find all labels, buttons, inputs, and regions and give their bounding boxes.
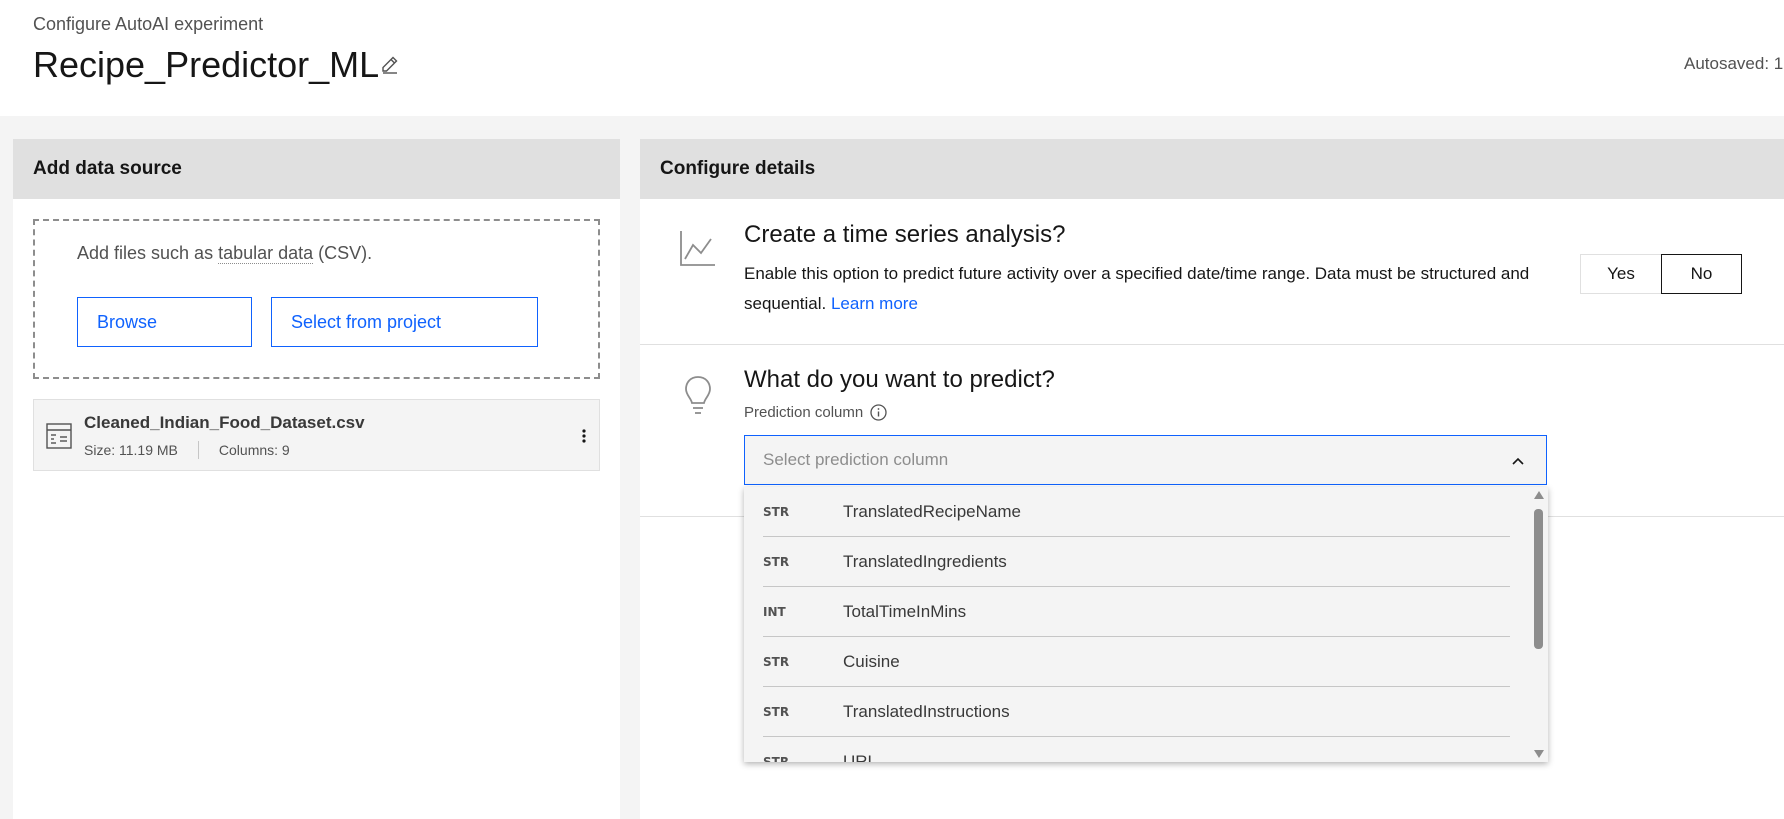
menu-item[interactable]: INT TotalTimeInMins (744, 587, 1510, 637)
prediction-column-label: Prediction column (744, 404, 887, 421)
column-name: TranslatedInstructions (843, 701, 1010, 721)
autosave-status: Autosaved: 1 (1684, 54, 1784, 73)
column-type: INT (763, 604, 786, 619)
file-meta: Size: 11.19 MB Columns: 9 (84, 441, 290, 459)
menu-scrollbar[interactable] (1530, 487, 1548, 762)
menu-item[interactable]: STR TranslatedRecipeName (744, 487, 1510, 537)
prediction-column-dropdown[interactable]: Select prediction column (744, 435, 1547, 485)
browse-button[interactable]: Browse (77, 297, 252, 347)
overflow-menu-icon[interactable] (574, 424, 594, 448)
edit-icon[interactable] (380, 54, 400, 74)
dropzone-text-prefix: Add files such as (77, 243, 219, 263)
column-name: TranslatedRecipeName (843, 501, 1021, 521)
page-title: Recipe_Predictor_ML (33, 44, 380, 85)
page-header: Configure AutoAI experiment Recipe_Predi… (0, 0, 1784, 116)
scroll-down-arrow-icon[interactable] (1533, 749, 1545, 759)
column-name: URL (843, 751, 878, 763)
time-series-description: Enable this option to predict future act… (744, 259, 1574, 319)
yes-option[interactable]: Yes (1580, 254, 1661, 294)
column-name: TranslatedIngredients (843, 551, 1007, 571)
file-columns: Columns: 9 (218, 442, 290, 458)
file-name: Cleaned_Indian_Food_Dataset.csv (84, 413, 365, 432)
data-source-panel: Add data source Add files such as tabula… (13, 139, 620, 819)
column-type: STR (763, 754, 790, 763)
file-size: Size: 11.19 MB (84, 442, 178, 458)
time-series-section: Create a time series analysis? Enable th… (640, 199, 1784, 345)
select-from-project-button[interactable]: Select from project (271, 297, 538, 347)
column-type: STR (763, 654, 790, 669)
column-type: STR (763, 504, 790, 519)
menu-item[interactable]: STR TranslatedInstructions (744, 687, 1510, 737)
menu-item[interactable]: STR TranslatedIngredients (744, 537, 1510, 587)
line-chart-icon (680, 231, 715, 266)
prediction-title: What do you want to predict? (744, 366, 1055, 393)
learn-more-link[interactable]: Learn more (831, 294, 918, 313)
breadcrumb: Configure AutoAI experiment (33, 14, 264, 34)
configure-details-heading: Configure details (640, 139, 1784, 199)
time-series-title: Create a time series analysis? (744, 221, 1066, 248)
chevron-up-icon (1512, 457, 1524, 465)
column-name: Cuisine (843, 651, 900, 671)
column-name: TotalTimeInMins (843, 601, 967, 621)
meta-divider (197, 441, 199, 459)
table-file-icon (46, 423, 72, 449)
prediction-column-menu: STR TranslatedRecipeName STR TranslatedIng… (744, 487, 1548, 762)
menu-item[interactable]: STR URL (744, 737, 1510, 763)
lightbulb-icon (685, 376, 711, 414)
no-option[interactable]: No (1661, 254, 1742, 294)
info-icon[interactable] (870, 404, 887, 421)
time-series-toggle: Yes No (1580, 254, 1742, 294)
column-type: STR (763, 554, 790, 569)
dropzone-text: Add files such as tabular data (CSV). (77, 243, 372, 264)
menu-item[interactable]: STR Cuisine (744, 637, 1510, 687)
scrollbar-thumb[interactable] (1534, 509, 1543, 649)
tabular-data-tooltip[interactable]: tabular data (218, 243, 314, 264)
file-tile[interactable]: Cleaned_Indian_Food_Dataset.csv Size: 11… (33, 399, 600, 471)
prediction-column-label-text: Prediction column (744, 404, 864, 421)
file-dropzone[interactable]: Add files such as tabular data (CSV). Br… (33, 219, 600, 379)
dropdown-placeholder: Select prediction column (763, 450, 949, 469)
column-type: STR (763, 704, 790, 719)
dropzone-text-suffix: (CSV). (313, 243, 373, 263)
data-source-heading: Add data source (13, 139, 620, 199)
scroll-up-arrow-icon[interactable] (1533, 490, 1545, 500)
